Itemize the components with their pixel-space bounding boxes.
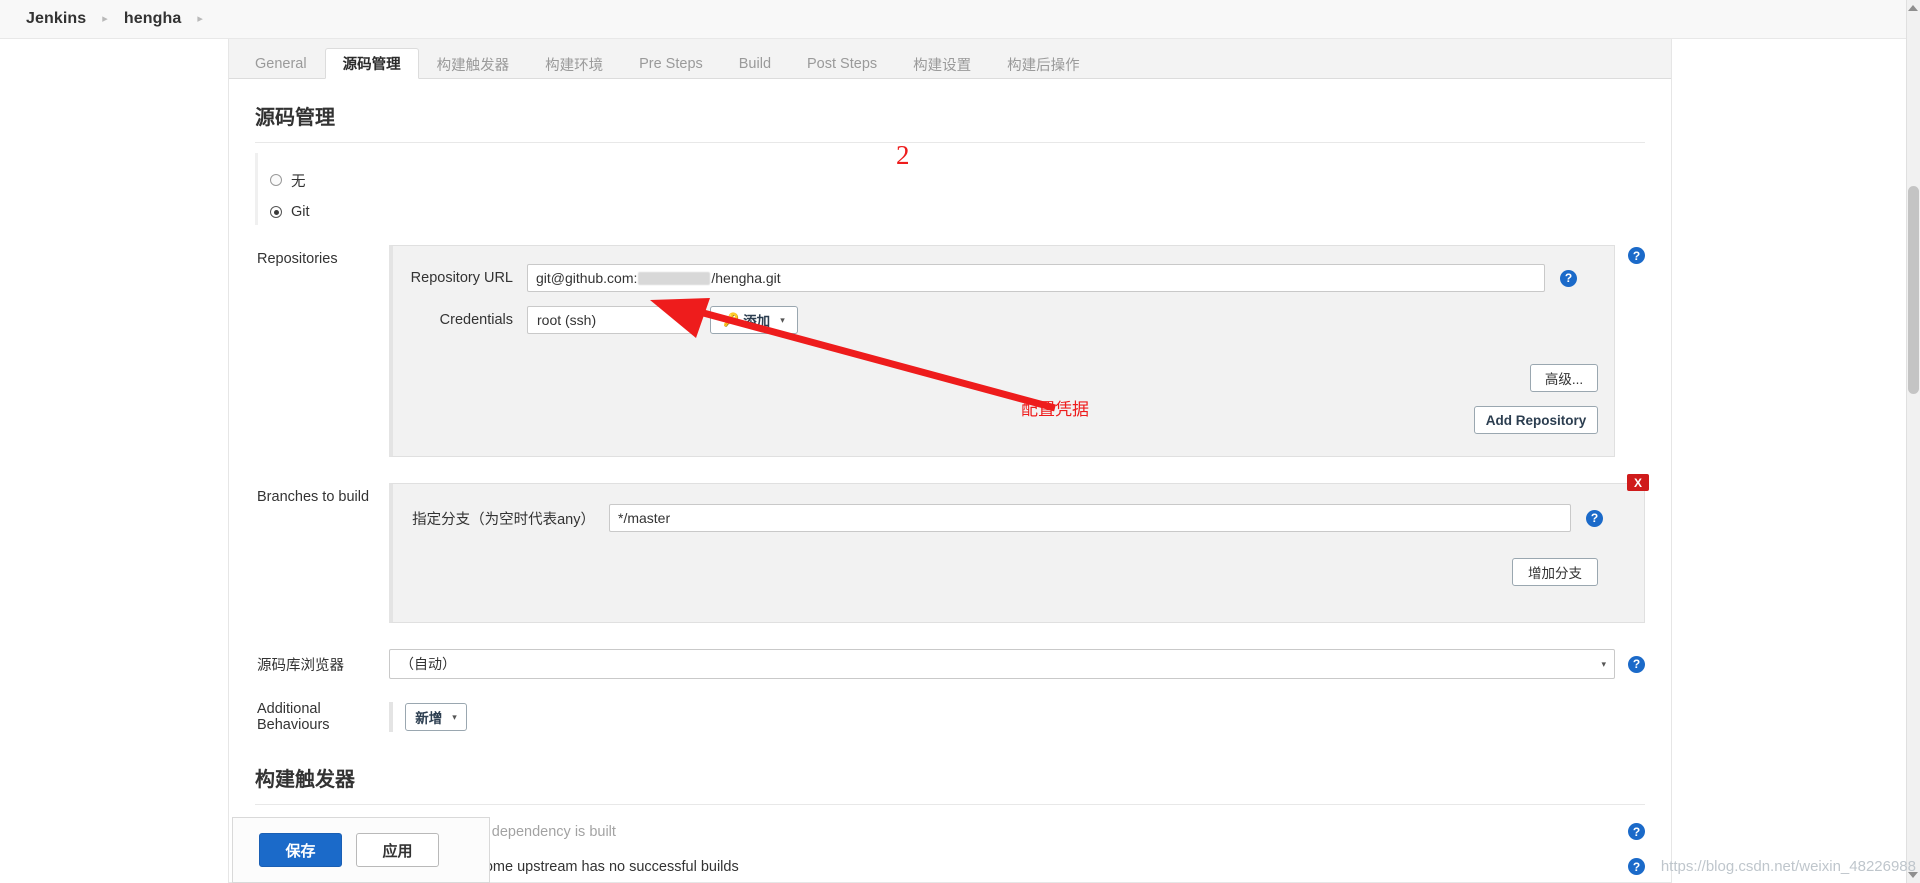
advanced-button-row: 高级... bbox=[409, 364, 1598, 392]
repository-url-label: Repository URL bbox=[410, 270, 513, 286]
floating-action-bar: 保存 应用 bbox=[232, 817, 490, 883]
repositories-label: Repositories bbox=[257, 251, 338, 267]
branch-specifier-label: 指定分支（为空时代表any） bbox=[412, 511, 595, 528]
repository-url-suffix: /hengha.git bbox=[711, 270, 781, 286]
scroll-up-arrow-icon[interactable] bbox=[1908, 5, 1918, 11]
tab-post-build-actions[interactable]: 构建后操作 bbox=[989, 48, 1098, 79]
triggers-section-title: 构建触发器 bbox=[255, 733, 1645, 805]
scm-option-git[interactable]: Git bbox=[270, 199, 1645, 225]
trigger-snapshot-help-icon[interactable]: ? bbox=[1628, 823, 1645, 840]
branch-specifier-row: 指定分支（为空时代表any） */master ? bbox=[409, 504, 1628, 532]
config-body: 源码管理 无 Git Repositories Repository URL g… bbox=[229, 79, 1671, 875]
apply-button[interactable]: 应用 bbox=[356, 833, 439, 867]
breadcrumb-item-jenkins[interactable]: Jenkins bbox=[26, 10, 86, 28]
branch-specifier-help-icon[interactable]: ? bbox=[1586, 509, 1603, 527]
tab-build-settings[interactable]: 构建设置 bbox=[895, 48, 989, 79]
scroll-thumb[interactable] bbox=[1908, 186, 1919, 394]
branches-box: X 指定分支（为空时代表any） */master ? 增加分支 bbox=[389, 474, 1649, 623]
additional-behaviours-row: Additional Behaviours 新增 ▾ bbox=[255, 701, 1645, 733]
repo-browser-select[interactable]: （自动） ▾ bbox=[389, 649, 1615, 679]
tab-pre-steps[interactable]: Pre Steps bbox=[621, 48, 721, 79]
tab-source-code-management[interactable]: 源码管理 bbox=[324, 48, 419, 79]
repository-url-masked-owner bbox=[638, 271, 711, 285]
add-branch-button[interactable]: 增加分支 bbox=[1512, 558, 1598, 586]
repositories-box: Repository URL git@github.com: /hengha.gi… bbox=[389, 245, 1615, 457]
credentials-row: Credentials root (ssh) ▾ 🔑 添加 ▾ bbox=[409, 306, 1598, 334]
scm-option-none[interactable]: 无 bbox=[270, 167, 1645, 193]
repo-browser-row: 源码库浏览器 （自动） ▾ ? bbox=[255, 649, 1645, 679]
add-behaviour-chevron-down-icon: ▾ bbox=[452, 711, 457, 722]
save-button[interactable]: 保存 bbox=[259, 833, 342, 867]
add-credentials-chevron-down-icon: ▾ bbox=[780, 314, 785, 325]
watermark: https://blog.csdn.net/weixin_48226988 bbox=[1660, 858, 1916, 875]
repositories-row: Repositories Repository URL git@github.c… bbox=[255, 245, 1645, 457]
add-branch-button-row: 增加分支 bbox=[409, 558, 1628, 586]
radio-none-icon[interactable] bbox=[270, 174, 282, 186]
credentials-label: Credentials bbox=[439, 312, 513, 328]
config-tab-strip: General 源码管理 构建触发器 构建环境 Pre Steps Build … bbox=[229, 39, 1671, 79]
add-credentials-button[interactable]: 🔑 添加 ▾ bbox=[710, 306, 798, 334]
repository-url-row: Repository URL git@github.com: /hengha.gi… bbox=[409, 264, 1598, 292]
page-scrollbar[interactable] bbox=[1906, 0, 1920, 883]
credentials-select[interactable]: root (ssh) ▾ bbox=[527, 306, 693, 334]
tab-build-environment[interactable]: 构建环境 bbox=[527, 48, 621, 79]
repo-browser-chevron-down-icon: ▾ bbox=[1601, 658, 1606, 669]
additional-behaviours-label: Additional Behaviours bbox=[257, 701, 330, 733]
repository-url-prefix: git@github.com: bbox=[536, 270, 638, 286]
scroll-down-arrow-icon[interactable] bbox=[1908, 872, 1918, 878]
config-panel: General 源码管理 构建触发器 构建环境 Pre Steps Build … bbox=[228, 39, 1672, 883]
repository-url-input[interactable]: git@github.com: /hengha.git bbox=[527, 264, 1545, 292]
add-repository-button[interactable]: Add Repository bbox=[1474, 406, 1598, 434]
repository-url-help-icon[interactable]: ? bbox=[1560, 269, 1577, 287]
scm-radio-group: 无 Git bbox=[255, 153, 1645, 225]
chevron-down-icon: ▾ bbox=[680, 314, 685, 325]
delete-branch-badge[interactable]: X bbox=[1627, 474, 1649, 491]
credentials-selected-value: root (ssh) bbox=[537, 312, 597, 328]
breadcrumb-separator-2[interactable]: ▸ bbox=[197, 13, 203, 25]
scm-option-git-label: Git bbox=[291, 204, 310, 220]
scm-section-title: 源码管理 bbox=[255, 79, 1645, 143]
breadcrumb: Jenkins ▸ hengha ▸ bbox=[0, 0, 1920, 39]
add-behaviour-button[interactable]: 新增 ▾ bbox=[405, 703, 467, 731]
add-repository-button-row: Add Repository bbox=[409, 406, 1598, 434]
breadcrumb-item-hengha[interactable]: hengha bbox=[124, 10, 182, 28]
branches-label: Branches to build bbox=[257, 489, 370, 505]
trigger-quiet-upstream-help-icon[interactable]: ? bbox=[1628, 858, 1645, 875]
add-behaviour-label: 新增 bbox=[415, 711, 443, 726]
key-icon: 🔑 bbox=[723, 312, 740, 327]
branch-specifier-input[interactable]: */master bbox=[609, 504, 1571, 532]
repo-browser-help-icon[interactable]: ? bbox=[1628, 655, 1645, 673]
add-credentials-label: 添加 bbox=[743, 314, 771, 329]
additional-behaviours-accent-bar bbox=[389, 702, 393, 732]
tab-general[interactable]: General bbox=[237, 48, 325, 79]
tab-build[interactable]: Build bbox=[721, 48, 789, 79]
scm-option-none-label: 无 bbox=[291, 173, 306, 190]
radio-git-icon[interactable] bbox=[270, 206, 282, 218]
branches-row: Branches to build X 指定分支（为空时代表any） */mas… bbox=[255, 474, 1649, 623]
breadcrumb-separator-1: ▸ bbox=[102, 12, 108, 25]
tab-build-triggers[interactable]: 构建触发器 bbox=[419, 48, 528, 79]
page-root: Jenkins ▸ hengha ▸ General 源码管理 构建触发器 构建… bbox=[0, 0, 1920, 883]
repo-browser-label: 源码库浏览器 bbox=[257, 657, 344, 674]
tab-post-steps[interactable]: Post Steps bbox=[789, 48, 895, 79]
repositories-help-icon[interactable]: ? bbox=[1628, 247, 1645, 264]
repo-browser-selected-value: （自动） bbox=[400, 656, 456, 672]
advanced-button[interactable]: 高级... bbox=[1530, 364, 1598, 392]
